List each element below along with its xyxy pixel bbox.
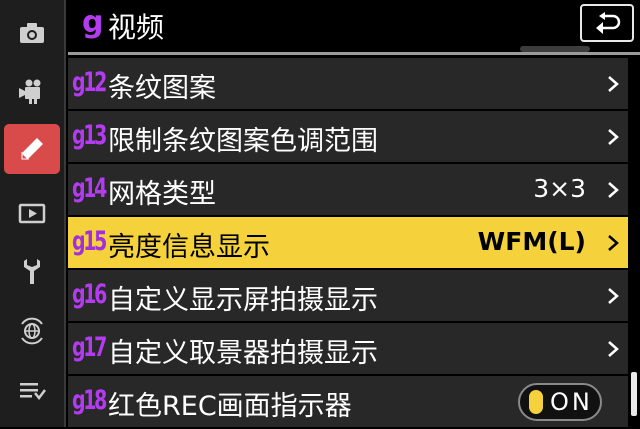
item-value: 3×3	[533, 174, 586, 203]
setup-tab[interactable]	[4, 246, 60, 296]
rec-indicator-toggle[interactable]: ON	[518, 383, 602, 421]
menu-section-letter: g	[82, 5, 104, 40]
menu-item-g18[interactable]: g18 红色REC画面指示器 ON	[68, 376, 628, 427]
playback-tab[interactable]	[4, 188, 60, 238]
item-label: 条纹图案	[108, 73, 216, 104]
photo-shooting-tab[interactable]	[4, 8, 60, 58]
chevron-right-icon	[608, 76, 619, 92]
chevron-right-icon	[608, 288, 619, 304]
item-code: g14	[72, 173, 107, 204]
item-label: 网格类型	[108, 179, 216, 210]
scroll-up-hint	[520, 46, 590, 52]
item-value: WFM(L)	[477, 227, 586, 256]
video-recording-tab[interactable]	[4, 66, 60, 116]
menu-item-g16[interactable]: g16 自定义显示屏拍摄显示	[68, 270, 628, 321]
item-code: g16	[72, 279, 107, 310]
my-menu-tab[interactable]	[4, 366, 60, 416]
camera-icon	[20, 23, 44, 43]
chevron-right-icon	[608, 341, 619, 357]
playback-icon	[18, 203, 46, 224]
menu-item-g15[interactable]: g15 亮度信息显示 WFM(L)	[68, 217, 628, 268]
wrench-icon	[24, 259, 40, 284]
pencil-icon	[21, 138, 43, 160]
chevron-right-icon	[608, 129, 619, 145]
toggle-knob	[529, 390, 543, 414]
menu-item-g14[interactable]: g14 网格类型 3×3	[68, 164, 628, 215]
menu-tab-rail	[0, 0, 66, 427]
item-code: g13	[72, 120, 107, 151]
network-tab[interactable]	[4, 306, 60, 356]
item-code: g17	[72, 332, 107, 363]
chevron-right-icon	[608, 235, 619, 251]
chevron-right-icon	[608, 182, 619, 198]
item-code: g18	[72, 385, 107, 416]
scrollbar[interactable]	[631, 372, 637, 416]
menu-header: g 视频	[68, 0, 640, 52]
menu-item-g17[interactable]: g17 自定义取景器拍摄显示	[68, 323, 628, 374]
back-button[interactable]	[580, 4, 634, 42]
menu-item-g13[interactable]: g13 限制条纹图案色调范围	[68, 111, 628, 162]
back-arrow-icon	[596, 12, 621, 34]
movie-camera-icon	[19, 79, 41, 104]
menu-item-g12[interactable]: g12 条纹图案	[68, 58, 628, 109]
page-title: 视频	[108, 11, 165, 44]
menu-list: g12 条纹图案 g13 限制条纹图案色调范围 g14 网格类型 3×3 g15…	[68, 58, 628, 429]
item-label: 自定义显示屏拍摄显示	[108, 285, 378, 316]
toggle-state: ON	[550, 388, 593, 416]
custom-settings-tab[interactable]	[4, 124, 60, 174]
header-divider	[68, 52, 640, 55]
my-menu-icon	[20, 383, 46, 401]
item-label: 自定义取景器拍摄显示	[108, 338, 378, 369]
item-label: 限制条纹图案色调范围	[108, 126, 378, 157]
item-code: g12	[72, 67, 107, 98]
item-label: 红色REC画面指示器	[108, 391, 352, 422]
item-label: 亮度信息显示	[108, 232, 270, 263]
item-code: g15	[72, 226, 107, 257]
network-icon	[21, 317, 43, 345]
